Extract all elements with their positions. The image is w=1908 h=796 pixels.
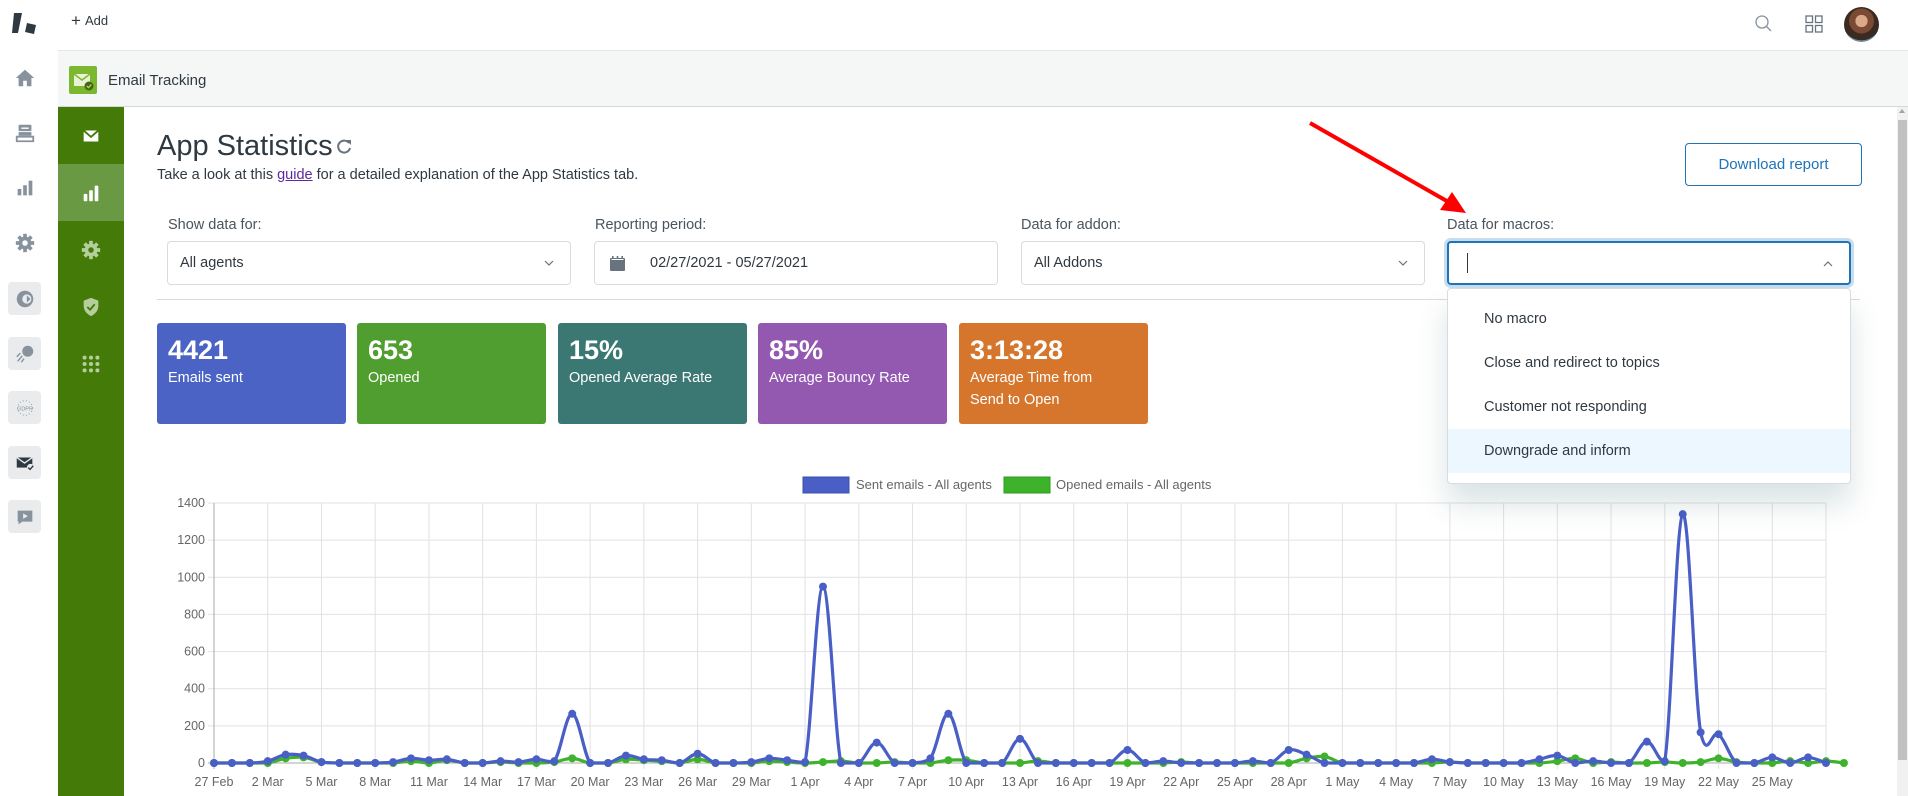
reporting-icon[interactable]	[10, 173, 40, 203]
stat-label: Average Time from Send to Open	[970, 370, 1093, 408]
show-data-for-label: Show data for:	[168, 217, 262, 233]
data-for-macros-label: Data for macros:	[1447, 217, 1555, 233]
gdpr-app-icon[interactable]: GDPR	[8, 391, 41, 424]
stat-label: Opened Average Rate	[569, 370, 713, 386]
show-data-for-value: All agents	[180, 255, 244, 271]
refresh-icon[interactable]	[334, 137, 354, 157]
app-sidebar	[58, 107, 124, 796]
add-label: Add	[84, 13, 109, 28]
product-logo-icon[interactable]	[12, 11, 40, 35]
page-subtitle: Take a look at this guide for a detailed…	[157, 167, 638, 183]
reporting-period-label: Reporting period:	[595, 217, 707, 233]
stat-value: 85%	[769, 335, 824, 365]
macros-dropdown-menu: No macro Close and redirect to topics Cu…	[1447, 288, 1851, 484]
sidebar-item-settings[interactable]	[58, 221, 124, 278]
video-app-icon[interactable]	[8, 500, 41, 533]
user-avatar[interactable]	[1844, 7, 1879, 42]
menu-item-no-macro[interactable]: No macro	[1448, 297, 1850, 341]
download-report-button[interactable]: Download report	[1685, 143, 1862, 186]
email-tracking-logo-icon	[69, 66, 97, 94]
stat-value: 4421	[168, 335, 229, 365]
tickets-icon[interactable]	[10, 118, 40, 148]
stat-card-opened: 653 Opened	[357, 323, 546, 424]
search-icon[interactable]	[1753, 13, 1775, 35]
stat-label: Emails sent	[168, 370, 243, 386]
stat-label: Average Bouncy Rate	[769, 370, 910, 386]
gear-icon	[81, 240, 101, 259]
shield-check-icon	[83, 297, 99, 316]
subtitle-text-after: for a detailed explanation of the App St…	[312, 167, 639, 183]
chevron-down-icon	[1398, 260, 1408, 266]
main-content: App Statistics Take a look at this guide…	[124, 107, 1897, 796]
data-for-addon-value: All Addons	[1034, 255, 1103, 271]
data-for-addon-select[interactable]: All Addons	[1021, 241, 1425, 285]
bar-chart-icon	[83, 185, 99, 201]
chevron-down-icon	[544, 260, 554, 266]
comet-app-icon[interactable]	[8, 337, 41, 370]
admin-gear-icon[interactable]	[10, 228, 40, 258]
data-for-addon-label: Data for addon:	[1021, 217, 1121, 233]
app-circle-icon[interactable]	[8, 282, 41, 315]
stat-value: 15%	[569, 335, 624, 365]
home-icon[interactable]	[10, 63, 40, 93]
menu-item-close-and-redirect[interactable]: Close and redirect to topics	[1448, 341, 1850, 385]
grid-dots-icon	[82, 355, 100, 372]
page-title: App Statistics	[157, 130, 333, 162]
sidebar-item-statistics[interactable]	[58, 164, 124, 221]
svg-text:GDPR: GDPR	[17, 406, 33, 412]
guide-link[interactable]: guide	[277, 167, 312, 183]
data-for-macros-input[interactable]	[1447, 241, 1851, 285]
menu-item-downgrade-and-inform[interactable]: Downgrade and inform	[1448, 429, 1850, 473]
app-header: Email Tracking	[58, 50, 1908, 107]
text-caret	[1467, 253, 1468, 273]
apps-grid-icon[interactable]	[1803, 13, 1825, 35]
app-title: Email Tracking	[108, 72, 207, 89]
email-tracking-app-icon[interactable]	[8, 446, 41, 479]
stat-label: Opened	[368, 370, 420, 386]
stat-card-bouncy-rate: 85% Average Bouncy Rate	[758, 323, 947, 424]
subtitle-text-before: Take a look at this	[157, 167, 278, 183]
scroll-up-arrow-icon[interactable]	[1899, 109, 1905, 113]
chevron-up-icon	[1823, 261, 1833, 267]
reporting-period-value: 02/27/2021 - 05/27/2021	[650, 255, 809, 271]
stat-card-opened-average-rate: 15% Opened Average Rate	[558, 323, 747, 424]
page-scrollbar[interactable]	[1897, 107, 1908, 796]
stat-value: 653	[368, 335, 414, 365]
sidebar-item-emails[interactable]	[58, 107, 124, 164]
menu-item-customer-not-responding[interactable]: Customer not responding	[1448, 385, 1850, 429]
plus-icon: +	[71, 10, 81, 30]
top-bar: + Add	[58, 0, 1908, 50]
sidebar-item-more[interactable]	[58, 335, 124, 392]
stat-card-emails-sent: 4421 Emails sent	[157, 323, 346, 424]
stat-value: 3:13:28	[970, 335, 1064, 365]
sidebar-item-security[interactable]	[58, 278, 124, 335]
add-button[interactable]: + Add	[71, 10, 109, 30]
product-rail: GDPR	[0, 0, 58, 796]
reporting-period-input[interactable]: 02/27/2021 - 05/27/2021	[594, 241, 998, 285]
stat-card-average-time: 3:13:28 Average Time from Send to Open	[959, 323, 1148, 424]
calendar-icon	[610, 255, 625, 271]
scrollbar-thumb[interactable]	[1898, 120, 1907, 760]
envelope-icon	[83, 129, 99, 141]
show-data-for-select[interactable]: All agents	[167, 241, 571, 285]
